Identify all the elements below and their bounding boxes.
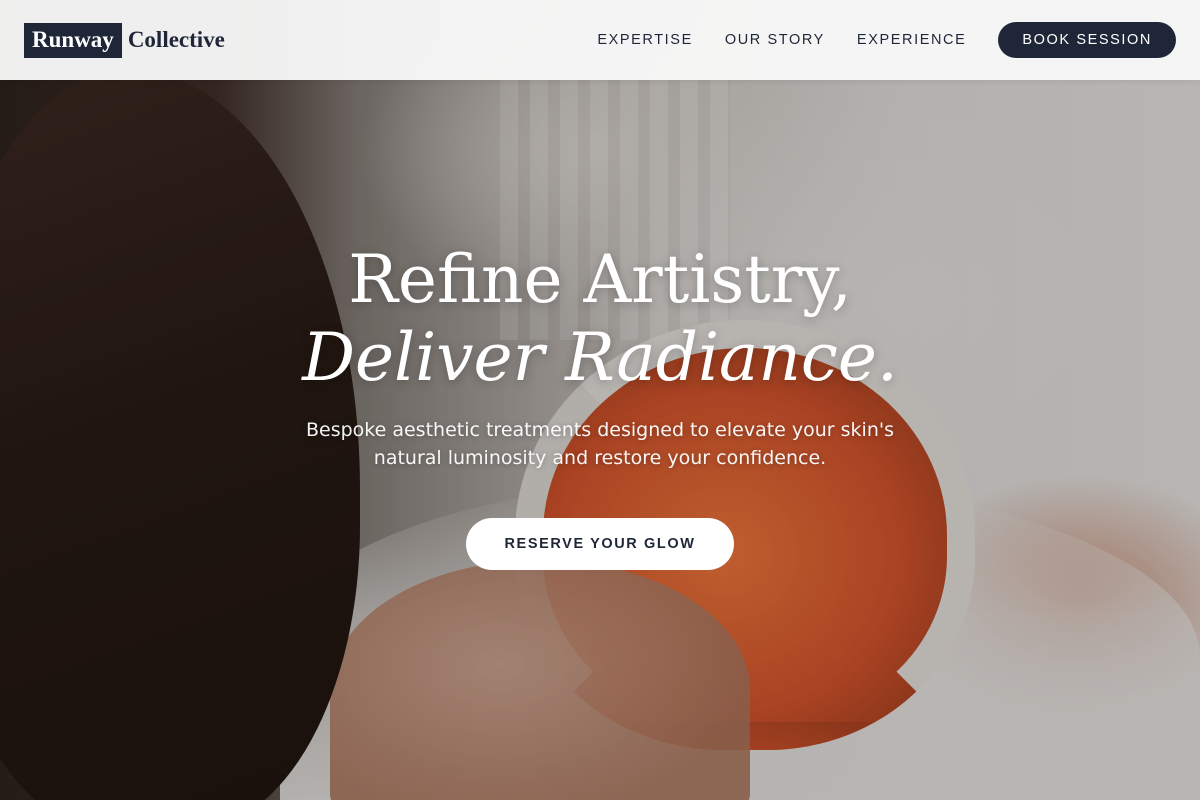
book-session-button[interactable]: BOOK SESSION: [998, 22, 1176, 58]
reserve-your-glow-button[interactable]: RESERVE YOUR GLOW: [466, 518, 734, 570]
landing-page: Runway Collective EXPERTISE OUR STORY EX…: [0, 0, 1200, 800]
hero-headline-line2: Deliver Radiance.: [302, 319, 898, 396]
site-header: Runway Collective EXPERTISE OUR STORY EX…: [0, 0, 1200, 80]
nav-link-experience[interactable]: EXPERIENCE: [857, 32, 966, 48]
site-logo[interactable]: Runway Collective: [24, 22, 225, 58]
main-nav: EXPERTISE OUR STORY EXPERIENCE BOOK SESS…: [597, 22, 1176, 58]
nav-link-expertise[interactable]: EXPERTISE: [597, 32, 693, 48]
logo-text: Collective: [127, 27, 225, 52]
nav-link-our-story[interactable]: OUR STORY: [725, 32, 825, 48]
hero-section: Refine Artistry, Deliver Radiance. Bespo…: [0, 240, 1200, 570]
hero-headline-line1: Refine Artistry,: [348, 241, 852, 318]
logo-box-text: Runway: [24, 22, 122, 58]
hero-subtitle: Bespoke aesthetic treatments designed to…: [305, 419, 894, 469]
